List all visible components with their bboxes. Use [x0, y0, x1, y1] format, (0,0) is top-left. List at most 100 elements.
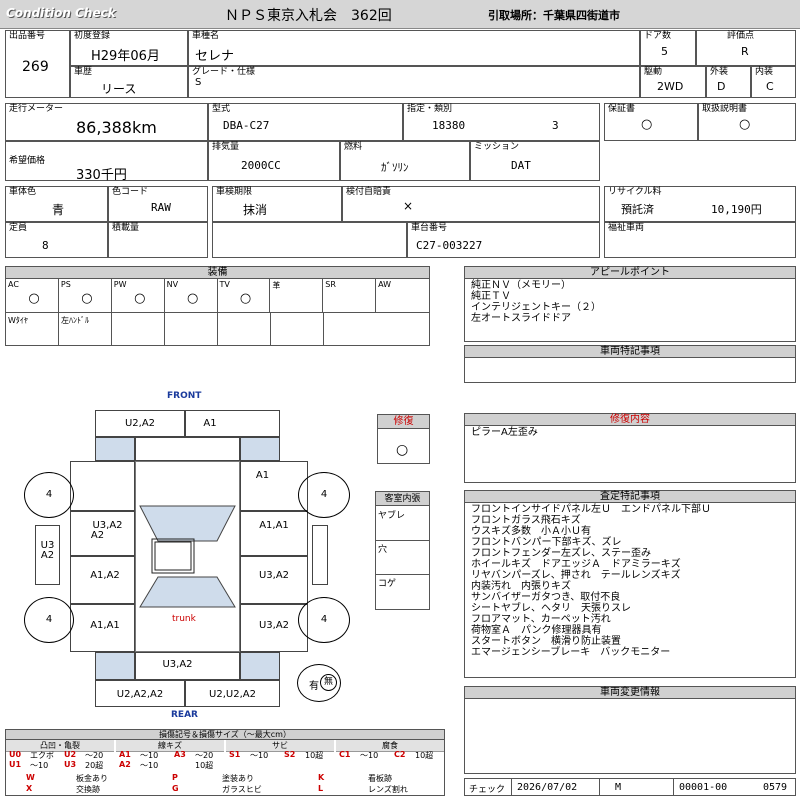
repair-content-section: 修復内容 ピラーA左歪み: [464, 413, 796, 483]
designation-cell: 指定・類別 18380 3: [403, 103, 600, 141]
color-code: RAW: [151, 201, 171, 214]
note-line: フロアマット、カーペット汚れ: [471, 614, 611, 625]
cabin-title: 客室内張: [376, 492, 429, 506]
capacity: 8: [42, 239, 49, 252]
legend-text: ～10: [140, 761, 159, 770]
grade-cell: グレード・仕様 S: [188, 66, 640, 98]
equipment-mark: ○: [81, 291, 93, 306]
legend-code: U2: [64, 750, 77, 759]
equipment-cell: 左ﾊﾝﾄﾞﾙ: [59, 313, 112, 345]
equipment-label: PS: [60, 280, 71, 289]
legend-text: 20超: [85, 761, 104, 770]
note-line: インテリジェントキー（２）: [471, 302, 601, 313]
legend-row-2: U1 ～10 U3 20超 A2 ～10 10超: [6, 760, 444, 770]
category: 3: [552, 119, 559, 132]
right-fender: [240, 461, 308, 511]
equipment-mark: ○: [239, 291, 252, 306]
equipment-label: Wﾀｲﾔ: [8, 316, 28, 325]
sheet-number: 00001-00: [679, 782, 728, 793]
front-right-corner: [240, 437, 280, 461]
warranty-cell: 保証書 ○: [604, 103, 698, 141]
equipment-label: SR: [325, 280, 336, 289]
tire-front-left-value: 4: [45, 489, 53, 500]
cabin-item-2: 穴: [376, 540, 429, 575]
equipment-cell: [165, 313, 218, 345]
equipment-cell: [324, 313, 429, 345]
fuel-cell: 燃料 ｶﾞｿﾘﾝ: [340, 141, 470, 181]
trunk-label: trunk: [172, 614, 196, 624]
note-line: 内装汚れ 内張りキズ: [471, 581, 571, 592]
legend-code: K: [318, 773, 325, 782]
sunroof-frame: [151, 538, 195, 574]
equipment-cell: 革: [270, 279, 324, 313]
inspection-notes-section: 査定特記事項 フロントインサイドパネル左Ｕ エンドパネル下部Ｕ フロントガラス飛石…: [464, 490, 796, 678]
rating-cell: 評価点 R: [696, 30, 796, 66]
legend-text: レンズ割れ: [368, 785, 408, 794]
model-cell: 車種名 セレナ: [188, 30, 640, 66]
equipment-cell: [271, 313, 324, 345]
note-line: ホイールキズ ドアエッジＡ ドアミラーキズ: [471, 559, 681, 570]
special-section: 車両特記事項: [464, 345, 796, 383]
equipment-label: 革: [272, 281, 281, 290]
note-line: シートヤブレ、ヘタリ 天張りスレ: [471, 603, 631, 614]
displacement: 2000CC: [241, 159, 281, 172]
rating: R: [741, 45, 749, 58]
legend-text: 塗装あり: [222, 774, 254, 783]
rear-label: REAR: [171, 710, 198, 720]
model-type: DBA-C27: [223, 119, 270, 132]
legend-bottom: W 板金あり P 塗装あり K 看板跡 X 交換跡 G ガラスヒビ L レンズ割れ: [6, 773, 444, 795]
legend-text: 看板跡: [368, 774, 392, 783]
fuel: ｶﾞｿﾘﾝ: [381, 161, 409, 174]
sunroof-inner: [154, 541, 192, 571]
designation: 18380: [432, 119, 466, 132]
sheet-code: 0579: [763, 782, 788, 793]
cabin-item-1: ヤブレ: [376, 506, 429, 541]
checker: M: [615, 782, 622, 793]
equipment-cell: PS ○: [58, 279, 112, 313]
mission: DAT: [511, 159, 531, 172]
note-line: 純正ＮＶ（メモリー）: [471, 280, 571, 291]
damage-right-mid-door: U3,A2: [258, 570, 290, 581]
note-line: サンバイザーガタつき、取付不良: [471, 592, 621, 603]
equipment-mark: ○: [134, 291, 146, 306]
equipment-label: 左ﾊﾝﾄﾞﾙ: [61, 316, 89, 325]
note-line: 左オートスライドドア: [471, 313, 571, 324]
model-name: セレナ: [195, 49, 235, 64]
history-cell: 車歴 リース: [70, 66, 188, 98]
change-section: 車両変更情報: [464, 686, 796, 774]
inspection-expiry: 抹消: [243, 203, 268, 217]
grade: S: [195, 77, 202, 88]
legend-text: 交換跡: [76, 785, 100, 794]
repair-section: 修復 ○: [377, 414, 430, 464]
equipment-cell: TV ○: [217, 279, 271, 313]
damage-rear-bumper-left: U2,A2,A2: [116, 689, 164, 700]
legend-code: C2: [394, 750, 406, 759]
ext-grade: D: [717, 80, 726, 93]
pickup-location: 引取場所：千葉県四街道市: [488, 9, 620, 22]
mileage-cell: 走行メーター 86,388km: [5, 103, 208, 141]
capacity-cell: 定員 8: [5, 222, 108, 258]
appeal-section: アピールポイント 純正ＮＶ（メモリー） 純正ＴＶ インテリジェントキー（２） 左オート…: [464, 266, 796, 342]
legend-code: S2: [284, 750, 296, 759]
spare-tire-label: 有: [309, 681, 319, 692]
damage-left-mirror-2: A2: [40, 550, 55, 561]
hood-panel: [135, 437, 240, 461]
check-label: チェック: [469, 785, 506, 795]
displacement-cell: 排気量 2000CC: [208, 141, 340, 181]
legend-text: ガラスヒビ: [222, 785, 262, 794]
tire-front-right-value: 4: [320, 489, 328, 500]
legend-text: 10超: [195, 761, 214, 770]
blank-cell: [212, 222, 407, 258]
note-line: フロントフェンダー左ズレ、ステー歪み: [471, 548, 651, 559]
equipment-cell: NV ○: [164, 279, 218, 313]
brand-label: Condition Check: [6, 6, 116, 20]
equipment-row-2: Wﾀｲﾔ 左ﾊﾝﾄﾞﾙ: [6, 313, 429, 345]
price-cell: 希望価格 330千円: [5, 141, 208, 183]
appeal-title: アピールポイント: [465, 267, 795, 279]
damage-right-front-door: A1,A1: [259, 520, 289, 531]
repair-title: 修復: [378, 415, 429, 429]
note-line: ピラーA左歪み: [471, 427, 538, 438]
front-label: FRONT: [167, 391, 202, 401]
recycle-fee: 10,190円: [711, 203, 762, 216]
warranty-mark: ○: [641, 117, 653, 132]
